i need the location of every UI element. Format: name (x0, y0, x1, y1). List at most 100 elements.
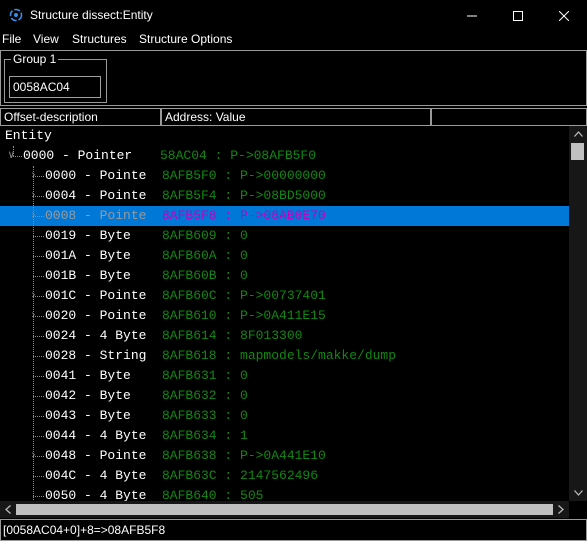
tree-row-label: 001C - Pointe (45, 288, 147, 303)
tree-row-selected[interactable]: › 0008 - Pointe 8AFB5F8 : P->08AB0E70 (0, 206, 569, 226)
tree-row-label: 0028 - String (45, 348, 147, 363)
tree-row[interactable]: 0044 - 4 Byte 8AFB634 : 1 (0, 426, 569, 446)
maximize-icon (513, 10, 523, 21)
tree-row[interactable]: 001B - Byte 8AFB60B : 0 (0, 266, 569, 286)
tree-row-label: 0050 - 4 Byte (45, 488, 147, 501)
menu-file[interactable]: File (2, 32, 21, 46)
menu-structure-options[interactable]: Structure Options (139, 32, 232, 46)
tree-row-value: 8AFB60A : 0 (162, 248, 248, 263)
tree-connector-line (33, 376, 44, 377)
close-button[interactable] (541, 0, 587, 31)
tree-row-value: 8AFB60C : P->00737401 (162, 288, 326, 303)
tree-row-label: 001A - Byte (45, 248, 131, 263)
tree-row[interactable]: 0028 - String 8AFB618 : mapmodels/makke/d… (0, 346, 569, 366)
tree-row-value: 8AFB5F4 : P->08BD5000 (162, 188, 326, 203)
tree-row-value: 8AFB609 : 0 (162, 228, 248, 243)
horizontal-scroll-thumb[interactable] (16, 504, 553, 515)
column-header-empty[interactable] (431, 108, 587, 126)
tree-root-label: Entity (5, 128, 52, 143)
tree-connector-line (33, 356, 44, 357)
tree-row-label: 0043 - Byte (45, 408, 131, 423)
tree-row-value: 8AFB631 : 0 (162, 368, 248, 383)
tree-root-row[interactable]: Entity (0, 126, 569, 146)
tree-row[interactable]: › 0004 - Pointe 8AFB5F4 : P->08BD5000 (0, 186, 569, 206)
tree-row-label: 0042 - Byte (45, 388, 131, 403)
scroll-up-button[interactable] (569, 126, 587, 142)
tree-connector-line (33, 416, 44, 417)
minimize-button[interactable] (449, 0, 495, 31)
tree-row-value: 8AFB638 : P->0A441E10 (162, 448, 326, 463)
chevron-down-icon (573, 490, 583, 496)
vertical-scrollbar[interactable] (569, 126, 587, 501)
tree-row-label: 0008 - Pointe (45, 208, 147, 223)
tree-row-value: 8AFB640 : 505 (162, 488, 264, 501)
tree-row[interactable]: › 001C - Pointe 8AFB60C : P->00737401 (0, 286, 569, 306)
tree-row[interactable]: 0043 - Byte 8AFB633 : 0 (0, 406, 569, 426)
vertical-scroll-thumb[interactable] (571, 143, 584, 160)
tree-row[interactable]: 0050 - 4 Byte 8AFB640 : 505 (0, 486, 569, 501)
scroll-right-button[interactable] (553, 501, 569, 518)
tree-connector-line (33, 256, 44, 257)
tree-row-label: 0041 - Byte (45, 368, 131, 383)
status-bar: [0058AC04+0]+8=>08AFB5F8 (0, 519, 587, 541)
tree-row-label: 001B - Byte (45, 268, 131, 283)
tree-row-label: 0004 - Pointe (45, 188, 147, 203)
chevron-right-icon (558, 505, 564, 514)
maximize-button[interactable] (495, 0, 541, 31)
close-icon (559, 10, 569, 21)
minimize-icon (467, 15, 477, 16)
menu-structures[interactable]: Structures (72, 32, 127, 46)
tree-row-label: 004C - 4 Byte (45, 468, 147, 483)
tree-row-value: 8AFB610 : P->0A411E15 (162, 308, 326, 323)
group-label: Group 1 (11, 52, 59, 66)
tree-row-label: 0000 - Pointe (45, 168, 147, 183)
tree-row-value: 8AFB618 : mapmodels/makke/dump (162, 348, 397, 363)
tree-row-value: 8AFB614 : 8F013300 (162, 328, 303, 343)
tree-root-guide-line (13, 146, 14, 156)
menu-bar: File View Structures Structure Options (0, 31, 587, 48)
column-header-address-value[interactable]: Address: Value (161, 108, 431, 126)
cheat-engine-icon (9, 8, 23, 22)
tree-connector-line (33, 276, 44, 277)
tree-row-label: 0020 - Pointe (45, 308, 147, 323)
tree-row-label: 0044 - 4 Byte (45, 428, 147, 443)
chevron-left-icon (5, 505, 11, 514)
tree-row[interactable]: 0041 - Byte 8AFB631 : 0 (0, 366, 569, 386)
column-header-offset[interactable]: Offset-description (0, 108, 161, 126)
tree-row[interactable]: › 0048 - Pointe 8AFB638 : P->0A441E10 (0, 446, 569, 466)
tree-connector-line (33, 396, 44, 397)
structure-tree[interactable]: Entity ∨ 0000 - Pointer 58AC04 : P->08AFB5… (0, 126, 569, 501)
tree-row-label: 0024 - 4 Byte (45, 328, 147, 343)
tree-row-value: 8AFB63C : 2147562496 (162, 468, 319, 483)
address-input[interactable] (9, 76, 101, 98)
scroll-down-button[interactable] (569, 485, 587, 501)
tree-connector-line (33, 436, 44, 437)
tree-row[interactable]: 0042 - Byte 8AFB632 : 0 (0, 386, 569, 406)
tree-connector-line (33, 476, 44, 477)
tree-row[interactable]: › 0020 - Pointe 8AFB610 : P->0A411E15 (0, 306, 569, 326)
tree-row-value: 8AFB60B : 0 (162, 268, 248, 283)
menu-view[interactable]: View (33, 32, 59, 46)
scroll-left-button[interactable] (0, 501, 16, 518)
tree-connector-line (33, 336, 44, 337)
tree-row-label: 0048 - Pointe (45, 448, 147, 463)
tree-connector-line (33, 496, 44, 497)
tree-row-value: 8AFB634 : 1 (162, 428, 248, 443)
tree-guide-line (33, 166, 34, 501)
tree-row-value: 58AC04 : P->08AFB5F0 (160, 148, 317, 163)
tree-row[interactable]: 004C - 4 Byte 8AFB63C : 2147562496 (0, 466, 569, 486)
title-bar[interactable]: Structure dissect:Entity (0, 0, 587, 31)
tree-row[interactable]: 0019 - Byte 8AFB609 : 0 (0, 226, 569, 246)
scroll-corner (569, 501, 587, 518)
tree-row[interactable]: 001A - Byte 8AFB60A : 0 (0, 246, 569, 266)
tree-row-value: 8AFB5F0 : P->00000000 (162, 168, 326, 183)
tree-row[interactable]: 0024 - 4 Byte 8AFB614 : 8F013300 (0, 326, 569, 346)
window-title: Structure dissect:Entity (30, 8, 153, 22)
tree-row-value: 8AFB5F8 : P->08AB0E70 (162, 208, 326, 223)
chevron-up-icon (573, 131, 583, 137)
tree-row-value: 8AFB632 : 0 (162, 388, 248, 403)
tree-row[interactable]: ∨ 0000 - Pointer 58AC04 : P->08AFB5F0 (0, 146, 569, 166)
tree-row-label: 0019 - Byte (45, 228, 131, 243)
tree-row[interactable]: › 0000 - Pointe 8AFB5F0 : P->00000000 (0, 166, 569, 186)
tree-row-value: 8AFB633 : 0 (162, 408, 248, 423)
